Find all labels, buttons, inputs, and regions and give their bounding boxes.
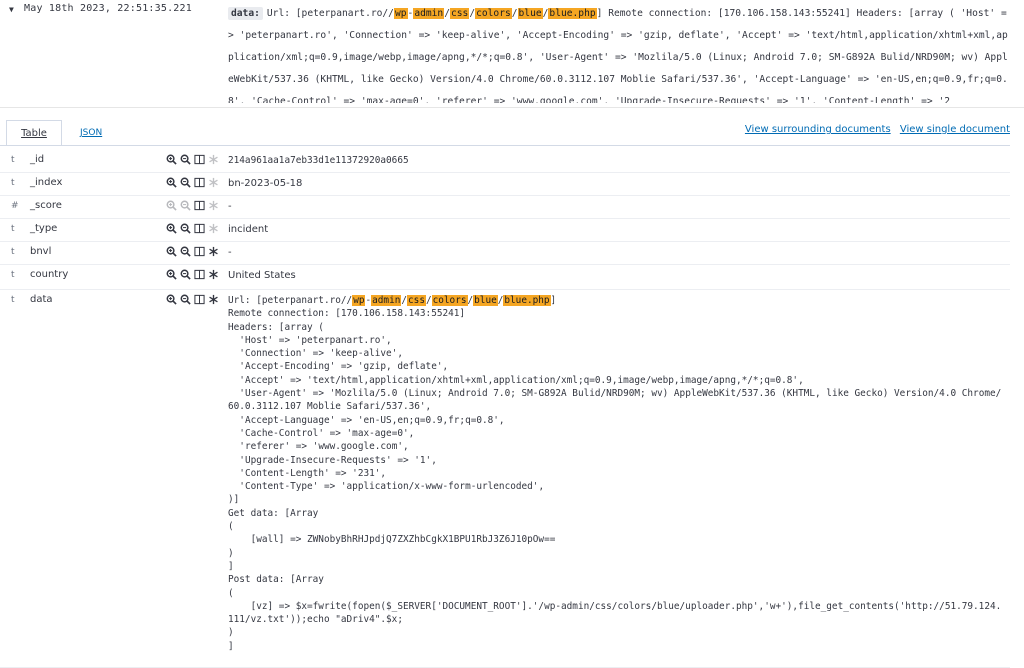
field-name: _id	[30, 154, 45, 165]
field-name: _index	[30, 177, 63, 188]
view-surrounding-documents-link[interactable]: View surrounding documents	[745, 124, 891, 135]
field-value: -	[228, 247, 232, 258]
tabs-divider	[0, 145, 1010, 146]
document-source-summary: data: Url: [peterpanart.ro//wp-admin/css/…	[228, 3, 1010, 103]
url-highlight: css	[407, 295, 426, 306]
filter-for-value-icon[interactable]	[166, 177, 177, 188]
collapse-arrow-icon[interactable]: ▼	[9, 5, 14, 14]
url-highlight: blue	[517, 8, 543, 19]
field-value: 214a961aa1a7eb33d1e11372920a0665	[228, 155, 409, 166]
number-type-icon: #	[11, 201, 19, 211]
filter-for-value-icon[interactable]	[166, 223, 177, 234]
string-type-icon: t	[11, 270, 15, 280]
filter-out-value-icon[interactable]	[180, 294, 191, 305]
source-url-highlights: wp-admin/css/colors/blue/blue.php	[393, 8, 597, 19]
field-actions	[166, 246, 219, 257]
string-type-icon: t	[11, 178, 15, 188]
data-url-suffix: ]	[550, 295, 557, 306]
field-actions	[166, 200, 219, 211]
filter-exists-icon[interactable]	[208, 246, 219, 257]
toggle-column-icon[interactable]	[194, 154, 205, 165]
table-row: t _index bn-2023-05-18	[0, 173, 1010, 196]
view-single-document-link[interactable]: View single document	[900, 124, 1010, 135]
url-highlight: colors	[431, 295, 468, 306]
field-value: incident	[228, 224, 269, 235]
field-value: -	[228, 201, 232, 212]
filter-exists-icon[interactable]	[208, 269, 219, 280]
data-field-value: Url: [peterpanart.ro//wp-admin/css/color…	[228, 294, 1006, 653]
string-type-icon: t	[11, 247, 15, 257]
table-row: # _score -	[0, 196, 1010, 219]
filter-exists-icon[interactable]	[208, 200, 219, 211]
toggle-column-icon[interactable]	[194, 294, 205, 305]
toggle-column-icon[interactable]	[194, 200, 205, 211]
field-actions	[166, 269, 219, 280]
url-highlight: blue	[473, 295, 498, 306]
url-separator: /	[511, 8, 518, 19]
url-highlight: blue.php	[548, 8, 597, 19]
filter-out-value-icon[interactable]	[180, 154, 191, 165]
toggle-column-icon[interactable]	[194, 177, 205, 188]
filter-for-value-icon[interactable]	[166, 269, 177, 280]
url-highlight: colors	[475, 8, 512, 19]
field-actions	[166, 294, 219, 305]
url-highlight: admin	[371, 295, 402, 306]
field-name: data	[30, 294, 53, 305]
filter-for-value-icon[interactable]	[166, 294, 177, 305]
toggle-column-icon[interactable]	[194, 269, 205, 280]
field-value: bn-2023-05-18	[228, 178, 303, 189]
field-name: country	[30, 269, 69, 280]
filter-exists-icon[interactable]	[208, 223, 219, 234]
filter-out-value-icon[interactable]	[180, 200, 191, 211]
data-field-body: Remote connection: [170.106.158.143:5524…	[228, 308, 1002, 652]
field-name: _score	[30, 200, 62, 211]
tab-table[interactable]: Table	[6, 120, 62, 146]
data-url-prefix: Url: [peterpanart.ro//	[228, 295, 353, 306]
string-type-icon: t	[11, 295, 15, 305]
table-row: t _type incident	[0, 219, 1010, 242]
doc-links: View surrounding documents View single d…	[739, 124, 1010, 135]
url-highlight: wp	[393, 8, 408, 19]
source-field-key: data:	[228, 7, 263, 20]
table-row: t _id 214a961aa1a7eb33d1e11372920a0665	[0, 150, 1010, 173]
table-row: t data Url: [peterpanart.ro//wp-admin/css/…	[0, 290, 1010, 668]
document-timestamp: May 18th 2023, 22:51:35.221	[24, 3, 192, 14]
url-highlight: blue.php	[503, 295, 551, 306]
field-actions	[166, 223, 219, 234]
field-value: United States	[228, 270, 296, 281]
url-separator: /	[425, 295, 432, 306]
filter-exists-icon[interactable]	[208, 154, 219, 165]
string-type-icon: t	[11, 155, 15, 165]
document-row: ▼ May 18th 2023, 22:51:35.221 data: Url: …	[0, 0, 1024, 108]
filter-out-value-icon[interactable]	[180, 269, 191, 280]
toggle-column-icon[interactable]	[194, 223, 205, 234]
data-url-highlights: wp-admin/css/colors/blue/blue.php	[352, 295, 551, 306]
string-type-icon: t	[11, 224, 15, 234]
field-actions	[166, 154, 219, 165]
toggle-column-icon[interactable]	[194, 246, 205, 257]
url-highlight: css	[449, 8, 470, 19]
table-row: t country United States	[0, 265, 1010, 290]
filter-for-value-icon[interactable]	[166, 200, 177, 211]
filter-exists-icon[interactable]	[208, 294, 219, 305]
field-actions	[166, 177, 219, 188]
filter-out-value-icon[interactable]	[180, 177, 191, 188]
filter-for-value-icon[interactable]	[166, 246, 177, 257]
source-rest-text: ] Remote connection: [170.106.158.143:55…	[228, 8, 1008, 103]
url-highlight: wp	[352, 295, 366, 306]
filter-out-value-icon[interactable]	[180, 223, 191, 234]
field-name: bnvl	[30, 246, 52, 257]
filter-exists-icon[interactable]	[208, 177, 219, 188]
source-url-prefix: Url: [peterpanart.ro//	[266, 8, 394, 19]
url-highlight: admin	[413, 8, 445, 19]
filter-for-value-icon[interactable]	[166, 154, 177, 165]
filter-out-value-icon[interactable]	[180, 246, 191, 257]
tab-json[interactable]: JSON	[68, 120, 114, 146]
table-row: t bnvl -	[0, 242, 1010, 265]
field-name: _type	[30, 223, 58, 234]
